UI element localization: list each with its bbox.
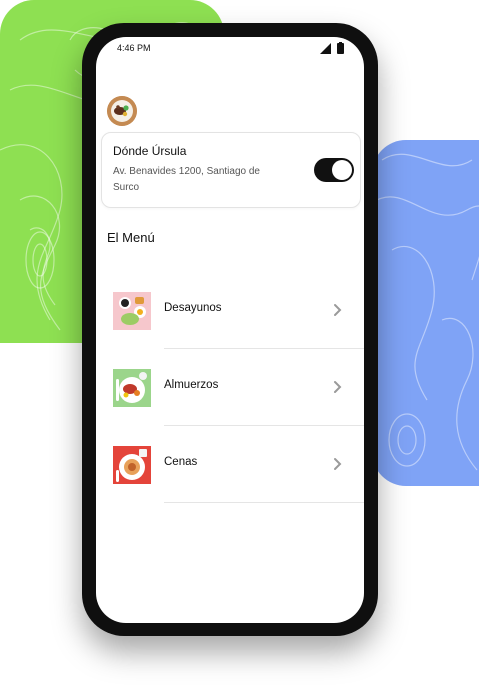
menu-item-cenas[interactable]: Cenas	[96, 427, 364, 503]
phone-frame: 4:46 PM Dónde Úrsula Av. Benavides 1200,…	[82, 23, 378, 636]
menu-item-label: Almuerzos	[164, 379, 219, 391]
divider	[164, 425, 364, 426]
breakfast-dish-icon	[113, 292, 151, 330]
lunch-dish-icon	[113, 369, 151, 407]
restaurant-name: Dónde Úrsula	[113, 144, 187, 158]
restaurant-logo	[107, 96, 137, 126]
food-plate-logo-icon	[107, 96, 137, 126]
signal-icon	[320, 42, 331, 54]
restaurant-address: Av. Benavides 1200, Santiago de Surco	[113, 166, 260, 193]
menu-item-desayunos[interactable]: Desayunos	[96, 273, 364, 349]
status-icons	[320, 42, 344, 54]
desayunos-thumbnail	[113, 292, 151, 330]
chevron-right-icon	[334, 381, 342, 393]
decorative-blue-blob	[372, 140, 479, 486]
almuerzos-thumbnail	[113, 369, 151, 407]
dinner-dish-icon	[113, 446, 151, 484]
contour-pattern	[376, 153, 479, 471]
cenas-thumbnail	[113, 446, 151, 484]
app-screen: 4:46 PM Dónde Úrsula Av. Benavides 1200,…	[96, 37, 364, 623]
divider	[164, 348, 364, 349]
toggle-knob	[332, 160, 352, 180]
status-time: 4:46 PM	[117, 43, 151, 53]
battery-icon	[337, 42, 344, 54]
menu-item-label: Cenas	[164, 456, 198, 468]
menu-item-label: Desayunos	[164, 302, 222, 314]
divider	[164, 502, 364, 503]
status-bar: 4:46 PM	[96, 37, 364, 59]
menu-section-title: El Menú	[107, 230, 155, 245]
chevron-right-icon	[334, 458, 342, 470]
restaurant-card: Dónde Úrsula Av. Benavides 1200, Santiag…	[101, 132, 361, 208]
menu-item-almuerzos[interactable]: Almuerzos	[96, 350, 364, 426]
chevron-right-icon	[334, 304, 342, 316]
restaurant-toggle[interactable]	[314, 158, 354, 182]
